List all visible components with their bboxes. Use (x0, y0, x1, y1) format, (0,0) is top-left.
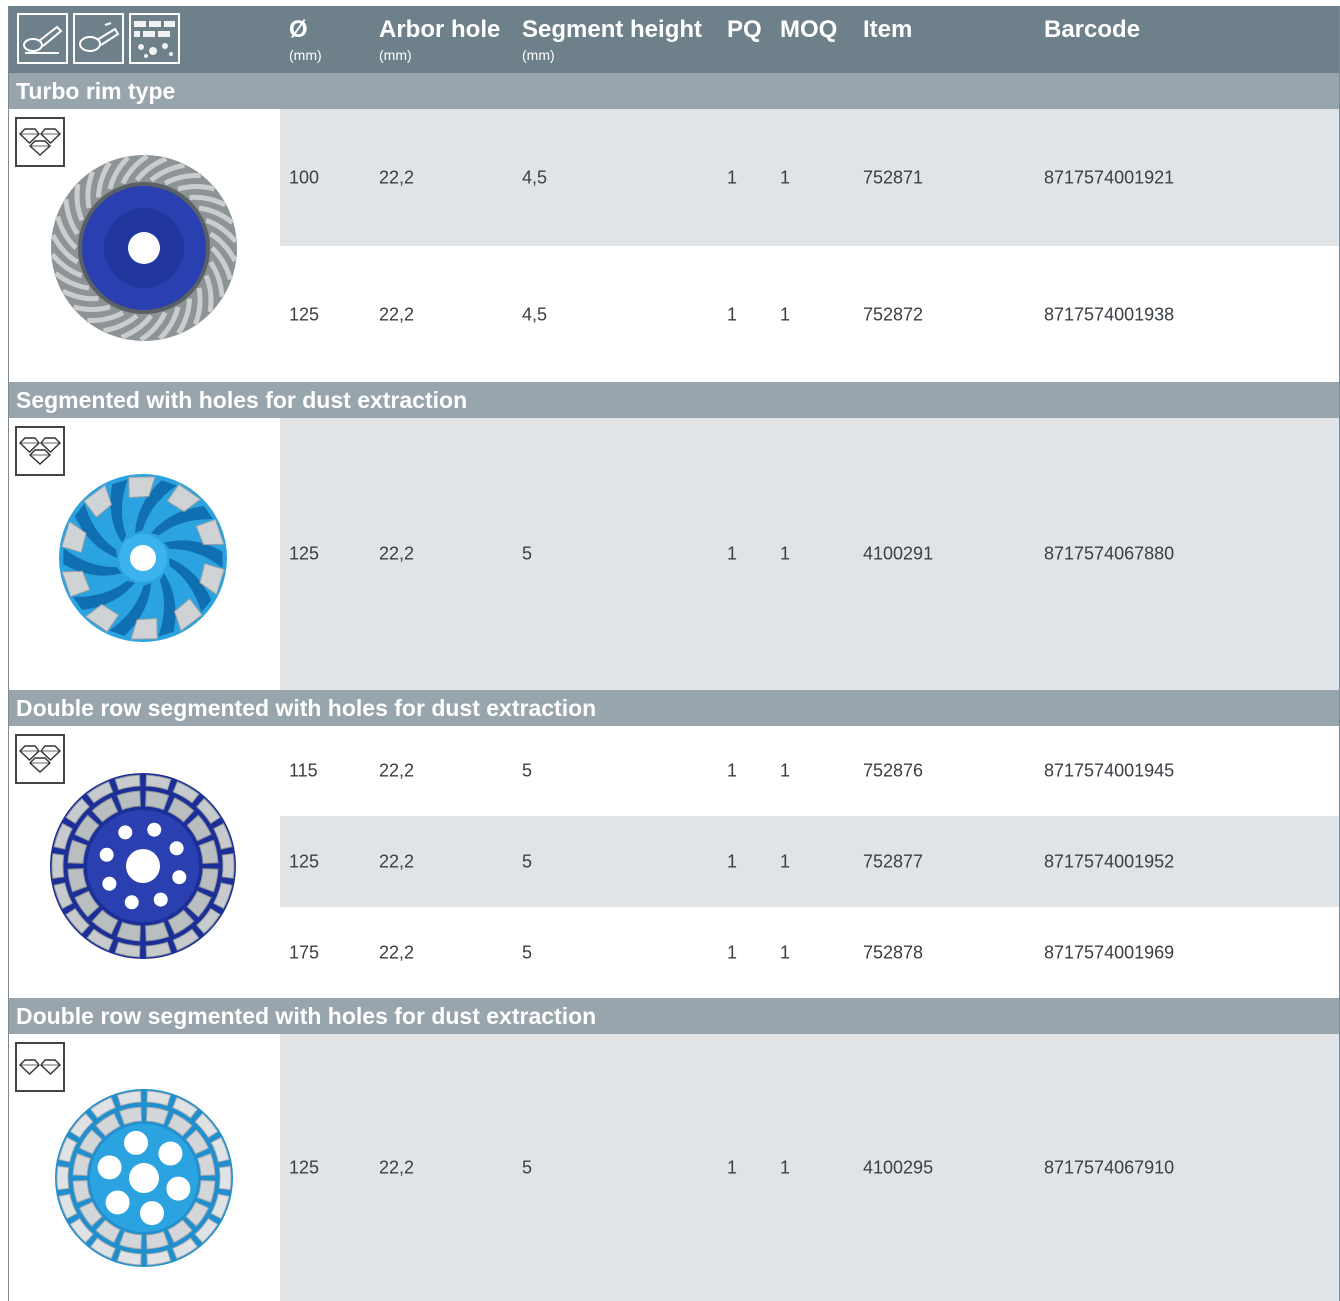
col-segment-label: Segment height (522, 16, 703, 43)
cell-arbor: 22,2 (379, 760, 415, 781)
cell-pq: 1 (727, 1157, 738, 1177)
product-image-cell (9, 726, 280, 998)
cell-diameter: 115 (289, 760, 318, 781)
cell-barcode: 8717574001952 (1044, 851, 1175, 871)
cell-moq: 1 (780, 167, 791, 187)
cell-segment: 5 (522, 942, 533, 962)
cell-segment: 5 (522, 851, 533, 871)
diamond-grade-2-icon (15, 1042, 65, 1092)
cell-item: 752872 (863, 304, 924, 324)
cell-arbor: 22,2 (379, 851, 415, 871)
cell-arbor: 22,2 (379, 304, 415, 324)
section-title-double-row: Double row segmented with holes for dust… (9, 690, 1339, 726)
cell-item: 752876 (863, 760, 924, 781)
cell-segment: 4,5 (522, 167, 548, 187)
product-image-cell (9, 1034, 280, 1301)
cell-item: 4100295 (863, 1157, 934, 1177)
table-row: 115 22,2 5 1 1 752876 8717574001945 (280, 726, 1339, 816)
cell-diameter: 125 (289, 851, 320, 871)
cell-moq: 1 (780, 851, 791, 871)
cell-diameter: 175 (289, 942, 320, 962)
angle-grinder-large-icon (73, 13, 124, 64)
cell-segment: 5 (522, 1157, 533, 1177)
col-pq-label: PQ (727, 16, 762, 43)
masonry-material-icon (129, 13, 180, 64)
cell-arbor: 22,2 (379, 1157, 415, 1177)
cell-pq: 1 (727, 543, 738, 564)
table-row: 125 22,2 5 1 1 752877 8717574001952 (280, 816, 1339, 907)
cell-barcode: 8717574067910 (1044, 1157, 1175, 1177)
cell-diameter: 125 (289, 543, 320, 564)
cell-pq: 1 (727, 942, 738, 962)
table-row: 125 22,2 4,5 1 1 752872 8717574001938 (280, 246, 1339, 383)
cell-item: 752877 (863, 851, 924, 871)
product-table: Ø (mm) Arbor hole (mm) Segment height (m… (8, 6, 1340, 1301)
product-image-cell (9, 418, 280, 690)
cell-barcode: 8717574001938 (1044, 304, 1175, 324)
table-row: 125 22,2 5 1 1 4100295 8717574067910 (280, 1034, 1339, 1301)
cell-barcode: 8717574001969 (1044, 942, 1175, 962)
diamond-grade-3-icon (15, 426, 65, 476)
cell-diameter: 125 (289, 1157, 320, 1177)
cell-barcode: 8717574001921 (1044, 167, 1175, 187)
cell-segment: 5 (522, 543, 533, 564)
spiral-segment-cup-wheel-icon (59, 474, 227, 642)
section-title-turbo: Turbo rim type (9, 73, 1339, 109)
cell-moq: 1 (780, 760, 791, 781)
cell-pq: 1 (727, 760, 738, 781)
col-barcode-label: Barcode (1044, 16, 1141, 43)
cell-moq: 1 (780, 304, 791, 324)
cell-item: 752878 (863, 942, 924, 962)
section-title-double-row-2: Double row segmented with holes for dust… (9, 998, 1339, 1034)
cell-moq: 1 (780, 543, 791, 564)
cell-pq: 1 (727, 851, 738, 871)
col-moq-label: MOQ (780, 16, 838, 43)
cell-segment: 4,5 (522, 304, 548, 324)
table-header: Ø (mm) Arbor hole (mm) Segment height (m… (9, 6, 1339, 73)
cell-pq: 1 (727, 304, 738, 324)
cell-arbor: 22,2 (379, 167, 415, 187)
cell-moq: 1 (780, 942, 791, 962)
cell-item: 752871 (863, 167, 924, 187)
col-arbor-unit: (mm) (379, 47, 412, 63)
product-image-cell (9, 109, 280, 383)
table-row: 100 22,2 4,5 1 1 752871 8717574001921 (280, 109, 1339, 246)
application-icons (17, 13, 180, 64)
double-row-cup-wheel-dark-icon (50, 773, 236, 959)
table-row: 125 22,2 5 1 1 4100291 8717574067880 (280, 418, 1339, 690)
cell-item: 4100291 (863, 543, 934, 564)
cell-diameter: 125 (289, 304, 320, 324)
col-diameter-unit: (mm) (289, 47, 322, 63)
cell-barcode: 8717574001945 (1044, 760, 1175, 781)
cell-segment: 5 (522, 760, 533, 781)
section-title-segmented: Segmented with holes for dust extraction (9, 382, 1339, 418)
col-segment-unit: (mm) (522, 47, 555, 63)
angle-grinder-small-icon (17, 13, 68, 64)
cell-arbor: 22,2 (379, 942, 415, 962)
table-row: 175 22,2 5 1 1 752878 8717574001969 (280, 907, 1339, 998)
cell-moq: 1 (780, 1157, 791, 1177)
double-row-cup-wheel-light-icon (55, 1089, 233, 1267)
col-diameter-label: Ø (289, 16, 308, 43)
cell-pq: 1 (727, 167, 738, 187)
col-arbor-label: Arbor hole (379, 16, 501, 43)
cell-diameter: 100 (289, 167, 320, 187)
col-item-label: Item (863, 16, 913, 43)
turbo-cup-wheel-icon (50, 153, 238, 343)
cell-barcode: 8717574067880 (1044, 543, 1175, 564)
cell-arbor: 22,2 (379, 543, 415, 564)
